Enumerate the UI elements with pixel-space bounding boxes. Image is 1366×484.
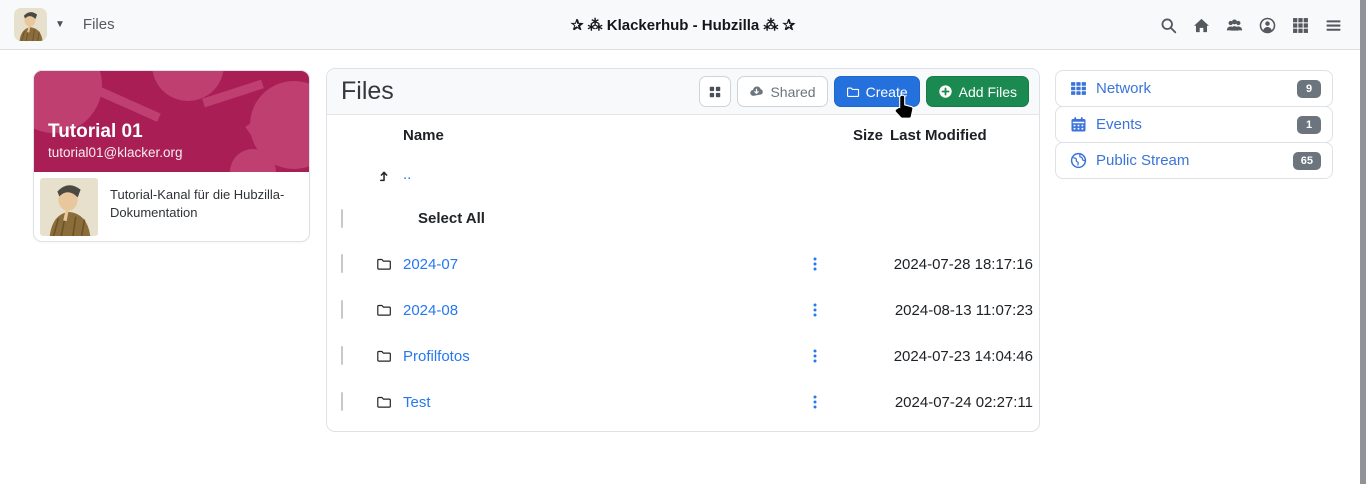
- public-stream-count-badge: 65: [1292, 151, 1321, 170]
- sidebar-item-label: Events: [1096, 116, 1142, 133]
- channel-dropdown-caret[interactable]: ▼: [55, 19, 65, 30]
- folder-icon: [846, 86, 859, 97]
- scrollbar-thumb[interactable]: [1360, 0, 1366, 484]
- channel-description: Tutorial-Kanal für die Hubzilla-Dokument…: [110, 187, 285, 220]
- table-row: Profilfotos 2024-07-23 14:04:46: [327, 333, 1039, 379]
- page: ▼ Files ✰ ⁂ Klackerhub - Hubzilla ⁂ ✰ Tu…: [0, 0, 1366, 484]
- folder-link[interactable]: Test: [403, 394, 431, 411]
- folder-link[interactable]: 2024-07: [403, 256, 458, 273]
- profile-card: Tutorial 01 tutorial01@klacker.org Tutor…: [33, 70, 310, 242]
- row-modified: 2024-08-13 11:07:23: [894, 301, 1033, 319]
- table-row: Test 2024-07-24 02:27:11: [327, 379, 1039, 425]
- avatar-image: [14, 8, 47, 41]
- shared-button[interactable]: Shared: [737, 76, 828, 107]
- shared-button-label: Shared: [770, 83, 816, 100]
- column-header-size: Size: [852, 126, 883, 144]
- table-row: 2024-08 2024-08-13 11:07:23: [327, 287, 1039, 333]
- level-up-icon: [365, 168, 403, 183]
- row-menu-kebab-icon[interactable]: [795, 257, 835, 271]
- select-all-row: Select All: [327, 195, 1039, 241]
- select-all-label: Select All: [418, 209, 485, 227]
- plus-circle-icon: [938, 85, 952, 98]
- vertical-scrollbar[interactable]: [1360, 0, 1366, 484]
- folder-icon: [365, 394, 403, 410]
- globe-icon: [1070, 152, 1087, 169]
- network-count-badge: 9: [1297, 79, 1321, 98]
- add-files-button-label: Add Files: [958, 83, 1017, 100]
- row-checkbox[interactable]: [341, 254, 343, 273]
- files-panel: Files Shared Create Add Files Name Size …: [326, 68, 1040, 432]
- sidebar-item-label: Network: [1096, 80, 1152, 97]
- sidebar-item-network[interactable]: Network 9: [1055, 70, 1333, 107]
- navbar: ▼ Files ✰ ⁂ Klackerhub - Hubzilla ⁂ ✰: [0, 0, 1366, 50]
- home-icon[interactable]: [1192, 16, 1210, 34]
- apps-grid-icon[interactable]: [1291, 16, 1309, 34]
- row-checkbox[interactable]: [341, 346, 343, 365]
- view-toggle-button[interactable]: [699, 76, 732, 107]
- sidebar-item-public-stream[interactable]: Public Stream 65: [1055, 142, 1333, 179]
- row-modified: 2024-07-23 14:04:46: [893, 347, 1033, 365]
- events-count-badge: 1: [1297, 115, 1321, 134]
- channel-address: tutorial01@klacker.org: [48, 145, 183, 160]
- folder-link[interactable]: Profilfotos: [403, 348, 470, 365]
- column-header-modified: Last Modified: [890, 126, 987, 144]
- row-checkbox[interactable]: [341, 392, 343, 411]
- menu-icon[interactable]: [1324, 16, 1342, 34]
- select-all-checkbox[interactable]: [341, 208, 343, 228]
- table-row: 2024-07 2024-07-28 18:17:16: [327, 241, 1039, 287]
- right-sidebar: Network 9 Events 1 Public Stream 65: [1055, 70, 1333, 179]
- column-header-name: Name: [403, 126, 444, 144]
- folder-link[interactable]: 2024-08: [403, 302, 458, 319]
- sidebar-item-label: Public Stream: [1096, 152, 1190, 169]
- row-modified: 2024-07-28 18:17:16: [893, 255, 1033, 273]
- folder-icon: [365, 256, 403, 272]
- row-menu-kebab-icon[interactable]: [795, 395, 835, 409]
- profile-avatar: [40, 178, 98, 236]
- account-icon[interactable]: [1258, 16, 1276, 34]
- folder-icon: [365, 302, 403, 318]
- row-menu-kebab-icon[interactable]: [795, 349, 835, 363]
- network-grid-icon: [1070, 80, 1087, 97]
- create-button[interactable]: Create: [833, 76, 920, 107]
- navbar-icons: [1159, 0, 1342, 50]
- avatar-image: [40, 178, 98, 236]
- files-title: Files: [341, 77, 394, 105]
- row-modified: 2024-07-24 02:27:11: [894, 393, 1033, 411]
- groups-icon[interactable]: [1225, 16, 1243, 34]
- table-header-row: Name Size Last Modified: [327, 115, 1039, 155]
- sidebar-item-events[interactable]: Events 1: [1055, 106, 1333, 143]
- files-toolbar: Shared Create Add Files: [699, 76, 1029, 107]
- profile-banner: Tutorial 01 tutorial01@klacker.org: [34, 71, 309, 172]
- row-checkbox[interactable]: [341, 300, 343, 319]
- files-table: Name Size Last Modified .. Select All 20…: [327, 115, 1039, 431]
- app-context-label: Files: [82, 16, 115, 33]
- add-files-button[interactable]: Add Files: [925, 76, 1029, 107]
- calendar-icon: [1070, 116, 1087, 133]
- parent-directory-link[interactable]: ..: [403, 166, 411, 183]
- row-menu-kebab-icon[interactable]: [795, 303, 835, 317]
- channel-avatar[interactable]: [14, 8, 47, 41]
- channel-name: Tutorial 01: [48, 121, 143, 143]
- create-button-label: Create: [865, 83, 908, 100]
- files-panel-header: Files Shared Create Add Files: [327, 69, 1039, 115]
- search-icon[interactable]: [1159, 16, 1177, 34]
- folder-icon: [365, 348, 403, 364]
- parent-directory-row: ..: [327, 155, 1039, 195]
- cloud-download-icon: [750, 86, 764, 96]
- grid-view-icon: [710, 86, 721, 97]
